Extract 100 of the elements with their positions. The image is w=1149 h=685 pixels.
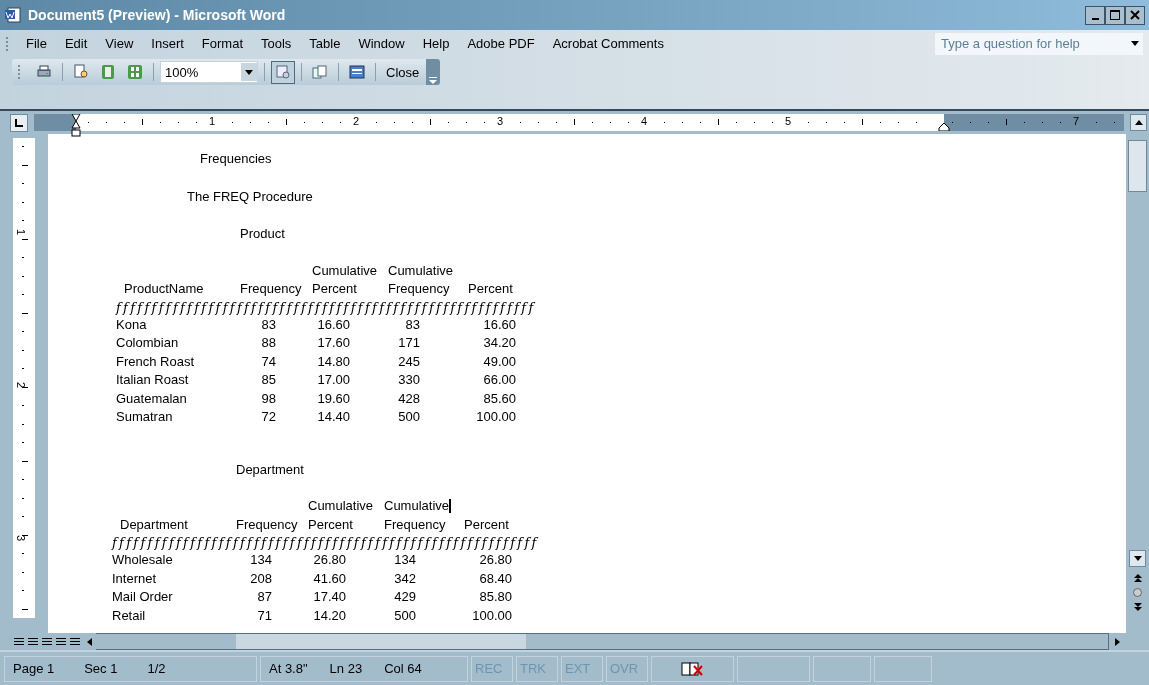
- tab-selector[interactable]: [10, 113, 28, 132]
- table-cell-text: 17.00: [316, 371, 351, 389]
- table-cell-text: 342: [393, 569, 417, 588]
- ruler-number: 2: [352, 115, 360, 127]
- separator-line: ffffffffffffffffffffffffffffffffffffffffffffffffffffffffffff: [112, 534, 540, 551]
- table-cell-text: 34.20: [482, 334, 517, 352]
- status-field: Col 64: [384, 661, 422, 676]
- scroll-up-button[interactable]: [1130, 114, 1147, 131]
- view-mode-icon: [28, 637, 38, 646]
- table-cell-text: Sumatran: [116, 408, 174, 426]
- table-title: Product: [240, 225, 286, 243]
- column-header: ProductName: [124, 280, 205, 298]
- table-cell-text: 428: [397, 389, 421, 408]
- table-cell-text: 245: [397, 352, 421, 371]
- document-heading: Frequencies: [200, 150, 273, 168]
- maximize-button[interactable]: [1105, 5, 1125, 25]
- table-cell-text: 26.80: [312, 551, 347, 569]
- table-cell-text: 85.80: [478, 588, 513, 606]
- table-cell-text: 16.60: [482, 315, 517, 334]
- menu-item[interactable]: Table: [300, 34, 350, 53]
- column-header: Cumulative: [312, 261, 379, 280]
- table-cell-text: 14.40: [316, 408, 351, 426]
- table-cell-text: 134: [393, 551, 417, 569]
- table-cell-text: 26.80: [478, 551, 513, 569]
- view-mode-icon: [14, 637, 24, 646]
- scroll-down-button[interactable]: [1129, 550, 1146, 567]
- table-cell-text: Wholesale: [112, 551, 174, 569]
- four-pages-icon: [127, 64, 143, 80]
- table-cell-text: Colombian: [116, 334, 180, 352]
- close-button[interactable]: [1125, 5, 1145, 25]
- ruler-number: 3: [496, 115, 504, 127]
- column-header: Frequency: [240, 280, 303, 298]
- magnifier-page-icon: [73, 64, 89, 80]
- menu-item[interactable]: Format: [192, 34, 252, 53]
- table-cell-text: 74: [260, 352, 277, 371]
- indent-marker-icon[interactable]: [71, 114, 81, 138]
- table-cell-text: Internet: [112, 569, 158, 588]
- menu-item[interactable]: Help: [413, 34, 459, 53]
- menu-item[interactable]: Acrobat Comments: [543, 34, 673, 53]
- status-field: At 3.8": [269, 661, 308, 676]
- double-up-arrow-icon: [1133, 573, 1142, 583]
- menu-item[interactable]: File: [17, 34, 56, 53]
- table-cell-text: 17.60: [316, 334, 351, 352]
- table-cell-text: 429: [393, 588, 417, 606]
- scrollbar-thumb[interactable]: [236, 634, 526, 649]
- ruler-number: 2: [15, 381, 28, 389]
- table-cell-text: French Roast: [116, 352, 196, 371]
- table-cell-text: Italian Roast: [116, 371, 190, 389]
- close-preview-button[interactable]: Close: [382, 62, 424, 82]
- table-cell-text: 134: [249, 551, 273, 569]
- menu-item[interactable]: Window: [349, 34, 414, 53]
- table-cell-text: Kona: [116, 315, 148, 334]
- table-cell-text: 72: [260, 408, 277, 426]
- view-mode-icon: [56, 637, 66, 646]
- view-mode-icon: [42, 637, 52, 646]
- menu-item[interactable]: Tools: [252, 34, 301, 53]
- up-arrow-icon: [1134, 120, 1143, 125]
- table-cell-text: 49.00: [482, 352, 517, 371]
- column-header: Frequency: [384, 515, 447, 534]
- column-header: Cumulative: [388, 261, 455, 280]
- shrink-pages-icon: [312, 64, 328, 80]
- menu-item[interactable]: View: [96, 34, 143, 53]
- zoom-dropdown[interactable]: 100%: [160, 61, 258, 83]
- magnifier-toggle-button[interactable]: [271, 60, 295, 84]
- table-cell-text: 14.20: [312, 606, 347, 625]
- table-cell-text: 100.00: [471, 606, 513, 625]
- column-header: Percent: [312, 280, 358, 298]
- spelling-status-pane[interactable]: [651, 655, 734, 682]
- right-indent-marker-icon[interactable]: [938, 123, 950, 131]
- table-cell-text: 85: [260, 371, 277, 389]
- close-icon: [1130, 10, 1140, 20]
- menu-item[interactable]: Adobe PDF: [458, 34, 544, 53]
- table-cell-text: 66.00: [482, 371, 517, 389]
- ruler-number: 1: [208, 115, 216, 127]
- right-arrow-icon: [1115, 637, 1120, 646]
- status-field: Page 1: [13, 661, 55, 676]
- column-header: Percent: [308, 515, 354, 534]
- menu-item[interactable]: Edit: [55, 34, 97, 53]
- table-cell-text: 83: [260, 315, 277, 334]
- table-cell-text: 71: [256, 606, 273, 625]
- column-header: Percent: [464, 515, 510, 534]
- ball-icon: [1133, 587, 1142, 597]
- scrollbar-thumb[interactable]: [1128, 140, 1147, 192]
- ruler-number: 5: [784, 115, 792, 127]
- status-field: Sec 1: [84, 661, 118, 676]
- table-cell-text: Retail: [112, 606, 147, 625]
- table-cell-text: 17.40: [312, 588, 347, 606]
- status-field: 1/2: [147, 661, 166, 676]
- down-arrow-icon: [1133, 556, 1142, 561]
- column-header: Frequency: [388, 280, 451, 298]
- column-header: Percent: [468, 280, 514, 298]
- table-cell-text: 500: [393, 606, 417, 625]
- minimize-button[interactable]: [1085, 5, 1105, 25]
- help-search-field[interactable]: Type a question for help: [935, 32, 1143, 55]
- table-cell-text: 85.60: [482, 389, 517, 408]
- table-cell-text: 14.80: [316, 352, 351, 371]
- spelling-book-icon: [679, 660, 706, 677]
- menu-item[interactable]: Insert: [142, 34, 193, 53]
- column-header: Cumulative: [384, 497, 450, 515]
- minimize-icon: [1091, 18, 1099, 20]
